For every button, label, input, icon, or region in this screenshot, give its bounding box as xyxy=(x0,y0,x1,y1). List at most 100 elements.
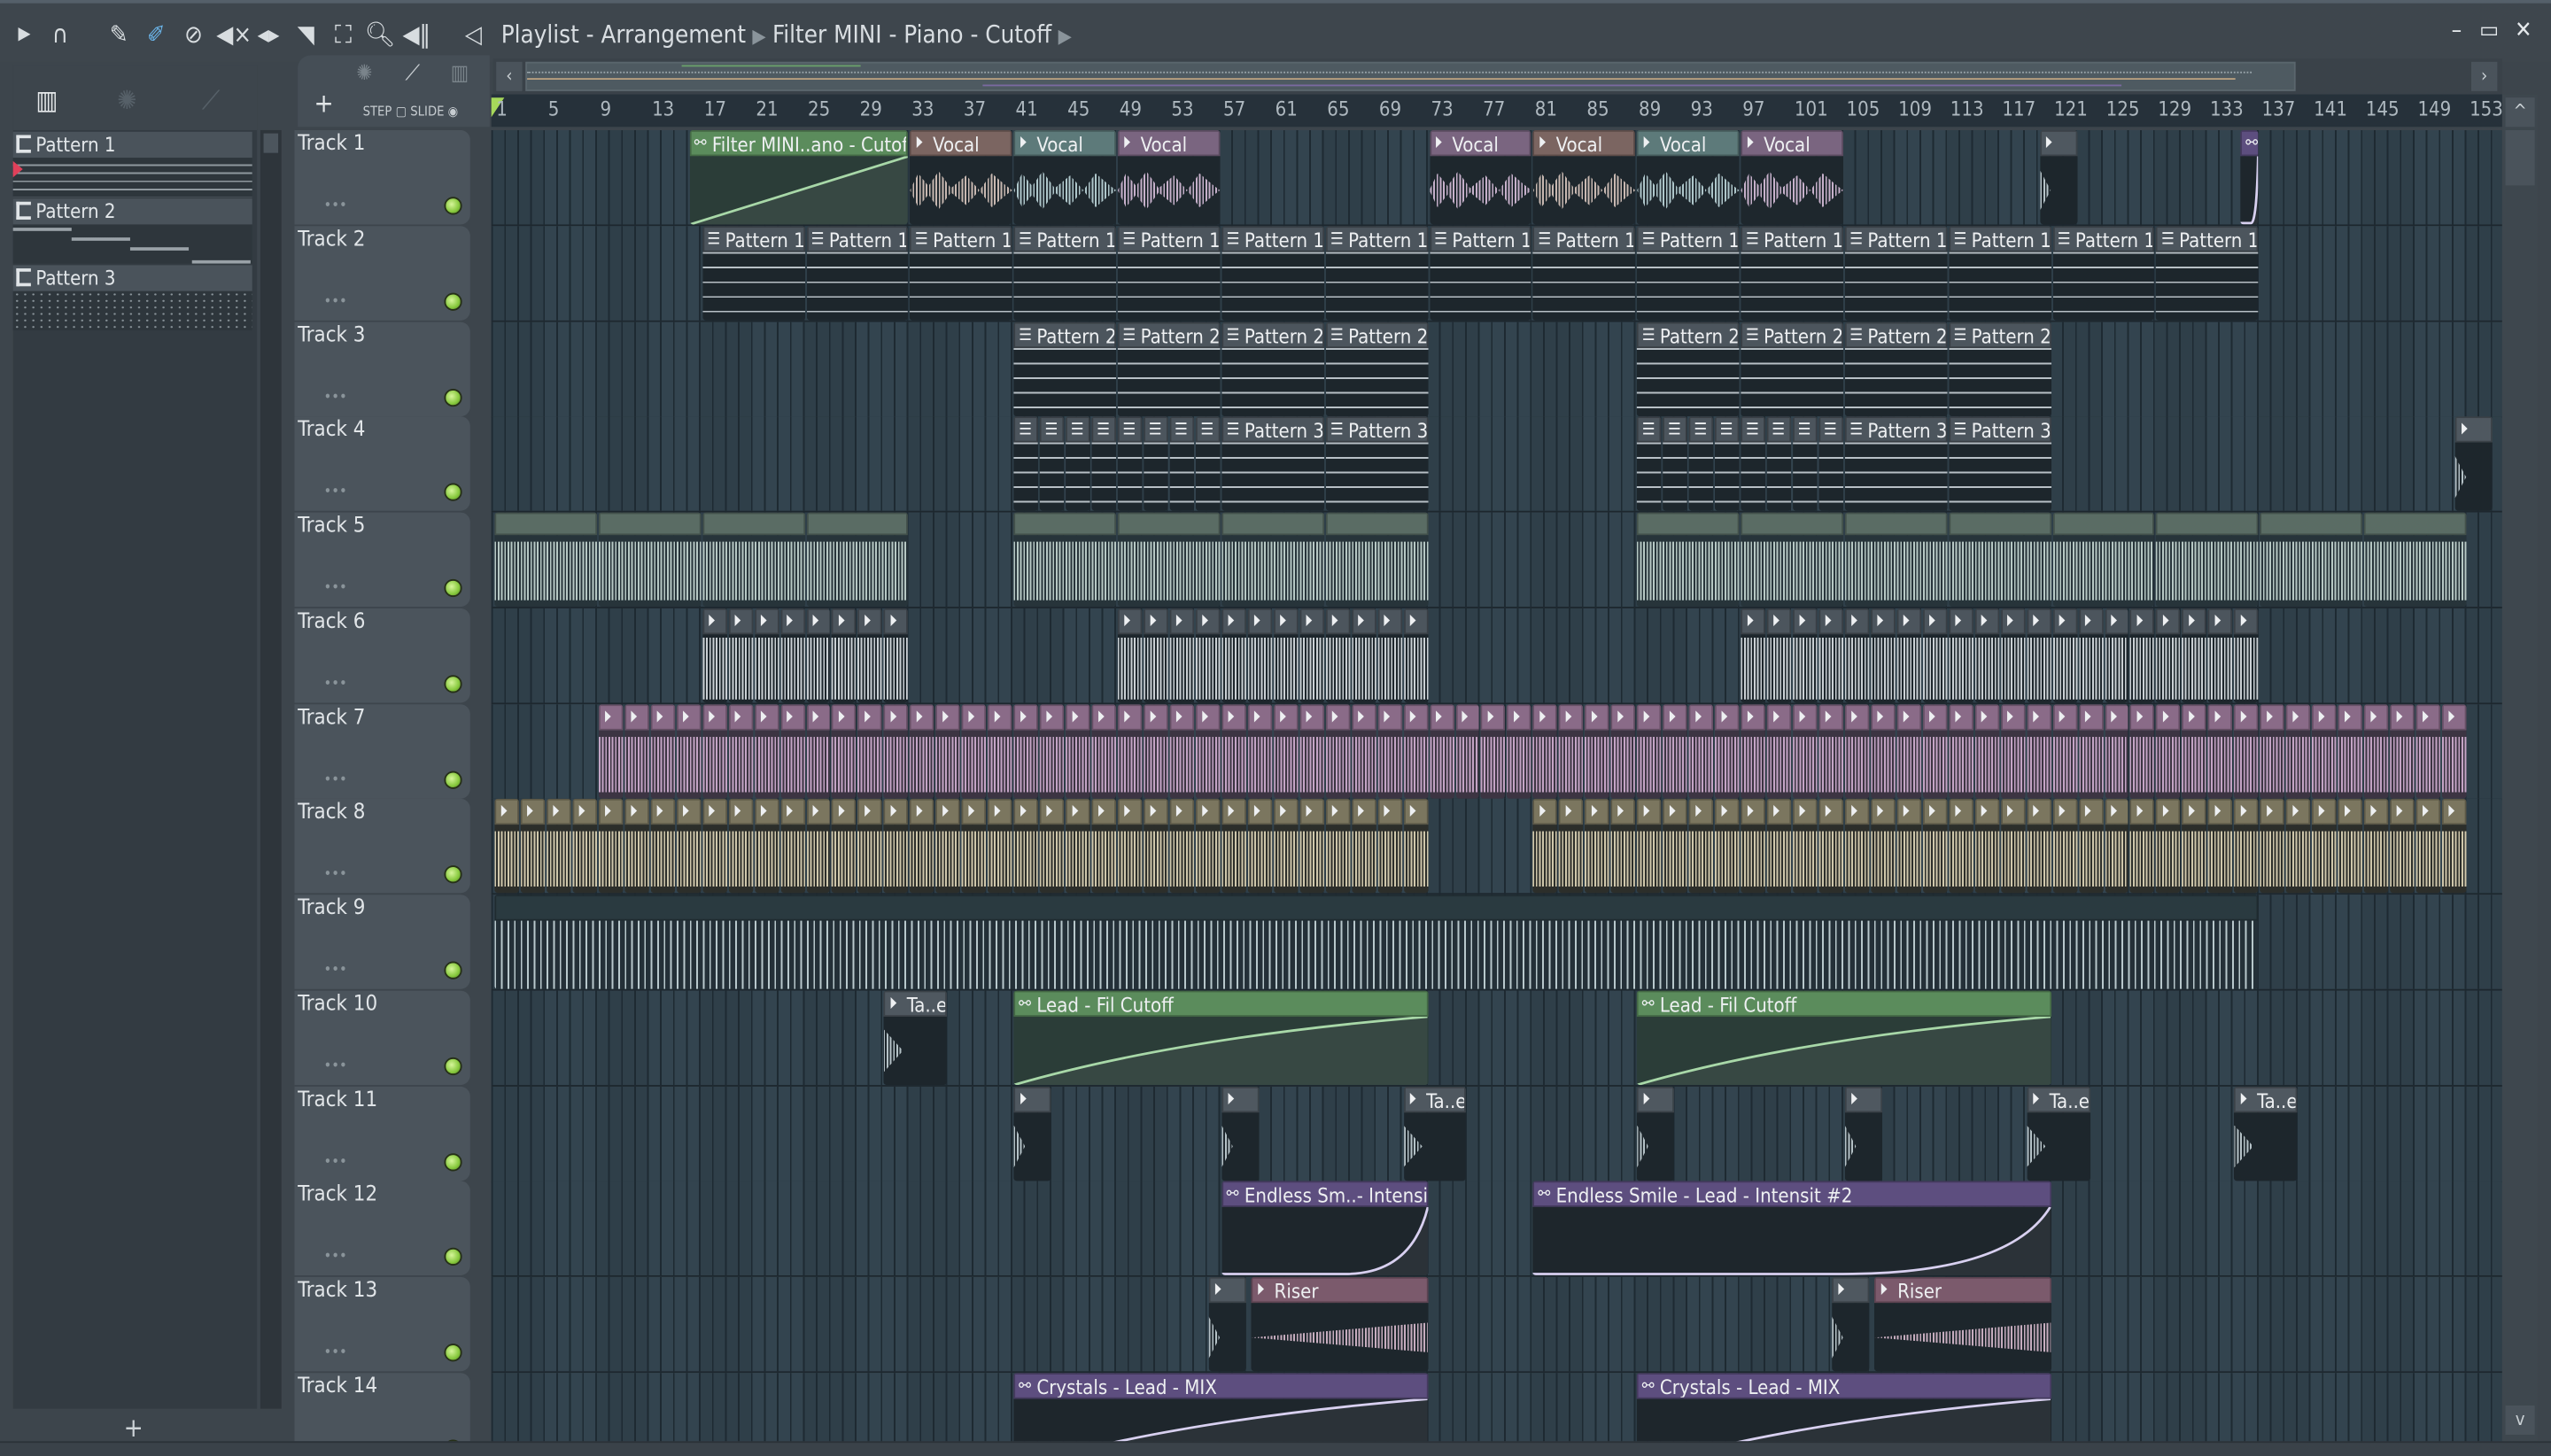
audio-clip[interactable]: ⏵ xyxy=(2415,703,2441,799)
clip-header[interactable]: ⏵ xyxy=(2260,703,2285,730)
clip-header[interactable]: ⏵ xyxy=(2234,703,2259,730)
audio-clip[interactable]: ⏵ xyxy=(806,703,831,799)
clip-header[interactable]: ⏵ xyxy=(2312,703,2337,730)
audio-clip[interactable]: ⏵ xyxy=(1273,799,1299,895)
audio-clip[interactable]: ⏵ xyxy=(1221,799,1246,895)
clip-header[interactable]: ⏵ xyxy=(1351,608,1376,635)
clip-header[interactable]: ⏵ xyxy=(2415,703,2441,730)
pattern-clip[interactable]: ☰ Pattern 1 xyxy=(1221,225,1324,321)
automation-clip[interactable]: ⚯ Crystals - Lead - MIX xyxy=(1637,1373,2051,1442)
audio-clip[interactable]: ⏵ xyxy=(1974,799,1999,895)
audio-clip[interactable]: ⏵ xyxy=(1169,608,1194,703)
audio-clip[interactable]: ⏵ xyxy=(494,799,519,895)
audio-clip[interactable]: ⏵ xyxy=(1922,703,1948,799)
audio-clip[interactable]: ⏵ xyxy=(546,799,571,895)
clip-header[interactable]: ⏵ xyxy=(1066,799,1090,825)
clip-header[interactable]: ⏵ xyxy=(1585,703,1610,730)
audio-clip[interactable]: ⏵ xyxy=(2182,799,2207,895)
clip-header[interactable]: ⏵ xyxy=(1013,703,1039,730)
clip-header[interactable]: ⏵ xyxy=(2130,799,2155,825)
clip-header[interactable]: ⏵ xyxy=(1637,799,1662,825)
audio-clip[interactable]: ⏵ xyxy=(1844,703,1870,799)
clip-header[interactable]: ⏵ xyxy=(2130,608,2155,635)
clip-header[interactable]: ⏵ xyxy=(1377,799,1402,825)
audio-clip[interactable]: ⏵ xyxy=(779,703,805,799)
audio-clip[interactable]: ⏵ xyxy=(2078,608,2103,703)
clip-header[interactable]: ⏵ xyxy=(2026,608,2051,635)
audio-clip[interactable]: ⏵ xyxy=(1610,703,1636,799)
clip-header[interactable]: ⏵ xyxy=(2104,608,2129,635)
audio-clip[interactable]: ⏵ xyxy=(2104,703,2129,799)
clip-header[interactable]: ⏵ xyxy=(1818,608,1843,635)
clip-header[interactable]: ⏵ xyxy=(857,799,883,825)
pattern-clip[interactable]: ☰ Pattern 3 xyxy=(1948,416,2051,512)
audio-clip[interactable]: ⏵ xyxy=(806,799,831,895)
clip-header[interactable]: ⏵ xyxy=(1871,799,1896,825)
step-slide-toggle[interactable]: STEP ▢ SLIDE ◉ xyxy=(363,105,459,120)
clip-header[interactable]: ⏵ xyxy=(2441,703,2467,730)
clip-header[interactable]: ⏵ Vocal xyxy=(1429,129,1532,157)
audio-clip[interactable]: ⏵ Vocal xyxy=(1013,129,1117,225)
track-menu-dots[interactable]: ••• xyxy=(324,964,347,980)
pattern-clip[interactable]: ☰ Pattern 1 xyxy=(2052,225,2155,321)
automation-icon[interactable]: ⟋ xyxy=(202,85,221,118)
audio-clip[interactable]: ⏵ xyxy=(1325,608,1350,703)
audio-clip[interactable]: ⏵ xyxy=(2363,703,2389,799)
audio-clip[interactable]: ⏵ xyxy=(1377,703,1402,799)
audio-clip[interactable]: ⏵ xyxy=(857,799,883,895)
clip-header[interactable]: ⏵ Riser xyxy=(1874,1277,2051,1304)
audio-clip[interactable]: ⏵ xyxy=(1403,608,1428,703)
clip-header[interactable]: ⏵ xyxy=(2338,799,2363,825)
add-track-button[interactable]: + xyxy=(314,88,333,119)
clip-header[interactable]: ⏵ xyxy=(520,799,546,825)
audio-clip[interactable] xyxy=(1844,512,1948,608)
track-menu-dots[interactable]: ••• xyxy=(324,581,347,597)
clip-header[interactable]: ⏵ xyxy=(1221,703,1246,730)
audio-clip[interactable]: ⏵ xyxy=(961,799,987,895)
audio-clip[interactable] xyxy=(1221,512,1324,608)
audio-clip[interactable]: ⏵ xyxy=(1273,608,1299,703)
audio-clip[interactable]: ⏵ xyxy=(935,799,961,895)
scrollbar-thumb[interactable] xyxy=(2505,129,2535,186)
audio-clip[interactable]: ⏵ xyxy=(1741,608,1765,703)
clip-header[interactable]: ⏵ xyxy=(832,608,857,635)
clip-header[interactable]: ⏵ xyxy=(1481,703,1506,730)
clip-header[interactable]: ⏵ xyxy=(2052,608,2077,635)
audio-clip[interactable]: ⏵ xyxy=(910,703,934,799)
clip-header[interactable]: ⏵ xyxy=(1741,608,1765,635)
pattern-clip[interactable]: ☰ xyxy=(1117,416,1143,512)
clip-header[interactable]: ⏵ xyxy=(2182,799,2207,825)
magnet-icon[interactable]: ∩ xyxy=(45,19,74,49)
clip-header[interactable]: ⏵ xyxy=(1896,799,1921,825)
clip-header[interactable]: ⏵ xyxy=(961,703,987,730)
clip-header[interactable]: ⏵ xyxy=(857,703,883,730)
clip-header[interactable]: ⏵ xyxy=(1247,799,1272,825)
audio-clip[interactable] xyxy=(494,895,2259,990)
clip-header[interactable]: ⏵ xyxy=(676,799,702,825)
audio-clip[interactable]: ⏵ xyxy=(1247,799,1272,895)
audio-clip[interactable]: ⏵ xyxy=(2156,703,2181,799)
pattern-clip[interactable]: ☰ xyxy=(1066,416,1090,512)
audio-clip[interactable]: ⏵ xyxy=(2286,799,2311,895)
audio-clip[interactable]: ⏵ xyxy=(1871,799,1896,895)
clip-header[interactable]: ⏵ xyxy=(1793,608,1818,635)
pattern-clip[interactable]: ☰ Pattern 2 xyxy=(1117,321,1221,416)
clip-header[interactable]: ⏵ xyxy=(832,799,857,825)
clip-header[interactable] xyxy=(2363,512,2467,536)
track-enable-led[interactable] xyxy=(444,1057,462,1075)
clip-header[interactable]: ☰ xyxy=(1741,416,1765,444)
audio-clip[interactable]: ⏵ xyxy=(1948,608,1973,703)
audio-clip[interactable]: ⏵ xyxy=(2286,703,2311,799)
audio-clip[interactable]: ⏵ xyxy=(910,799,934,895)
clip-header[interactable]: ⚯ Crystals - Lead - MIX xyxy=(1637,1373,2051,1399)
clip-header[interactable]: ⏵ xyxy=(1922,608,1948,635)
audio-clip[interactable]: ⏵ xyxy=(1715,799,1740,895)
audio-clip[interactable]: ⏵ xyxy=(2000,799,2026,895)
clip-header[interactable]: ⏵ xyxy=(1454,703,1480,730)
clip-header[interactable]: ⏵ xyxy=(1403,703,1428,730)
pattern-clip[interactable]: ☰ xyxy=(1013,416,1039,512)
vertical-scrollbar[interactable]: ^ v xyxy=(2501,94,2539,1442)
audio-clip[interactable]: ⏵ xyxy=(1377,608,1402,703)
clip-header[interactable]: ⏵ xyxy=(1403,799,1428,825)
automation-clip[interactable]: ⚯ Crystals - Lead - MIX xyxy=(1013,1373,1428,1442)
